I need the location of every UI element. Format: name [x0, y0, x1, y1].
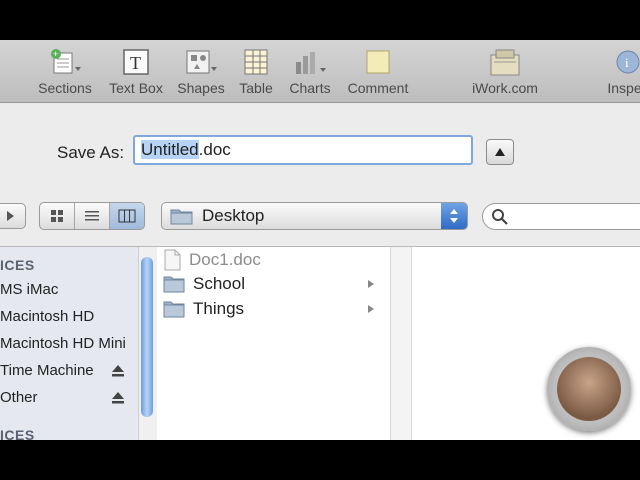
- shapes-icon: [176, 46, 226, 78]
- list-view-icon: [85, 211, 99, 221]
- search-icon: [492, 208, 508, 225]
- folder-icon: [163, 301, 185, 318]
- svg-text:+: +: [53, 49, 58, 59]
- iwork-icon: [469, 46, 541, 78]
- svg-text:i: i: [625, 55, 629, 70]
- save-as-label: Save As:: [57, 143, 125, 162]
- triangle-up-icon: [495, 148, 505, 156]
- file-name: Things: [193, 299, 245, 318]
- folder-icon: [163, 276, 185, 293]
- inspector-button[interactable]: i Inspec: [598, 46, 640, 96]
- list-view-button[interactable]: [75, 203, 110, 229]
- disclosure-arrow-icon: [368, 280, 374, 288]
- disclosure-arrow-icon: [368, 305, 374, 313]
- charts-icon: [287, 46, 333, 78]
- sidebar-header-devices: ICES: [0, 257, 35, 273]
- icon-view-icon: [51, 210, 63, 222]
- search-field[interactable]: [482, 203, 640, 230]
- sidebar-item-macintosh-hd[interactable]: Macintosh HD: [0, 308, 94, 325]
- file-browser: ICES MS iMac Macintosh HD Macintosh HD M…: [0, 246, 640, 440]
- eject-icon[interactable]: [110, 390, 126, 406]
- shapes-button[interactable]: Shapes: [176, 46, 226, 96]
- scrollbar-thumb[interactable]: [141, 257, 153, 417]
- toolbar: + Sections T Text Box Shapes Table Chart…: [0, 40, 640, 103]
- avatar-photo: [557, 357, 621, 421]
- svg-text:T: T: [130, 53, 141, 73]
- app-window: + Sections T Text Box Shapes Table Chart…: [0, 40, 640, 440]
- charts-button[interactable]: Charts: [287, 46, 333, 96]
- comment-label: Comment: [347, 80, 409, 96]
- location-popup[interactable]: Desktop: [161, 202, 468, 230]
- iwork-label: iWork.com: [472, 80, 538, 96]
- filename-selected: Untitled: [141, 140, 199, 159]
- filename-extension: .doc: [198, 140, 231, 159]
- icon-view-button[interactable]: [40, 203, 75, 229]
- sidebar-scrollbar[interactable]: [138, 247, 158, 440]
- sidebar-item-time-machine[interactable]: Time Machine: [0, 362, 94, 379]
- file-name: School: [193, 274, 245, 293]
- save-as-field[interactable]: Untitled.doc: [133, 135, 473, 165]
- comment-icon: [345, 46, 411, 78]
- table-icon: [236, 46, 276, 78]
- eject-icon[interactable]: [110, 363, 126, 379]
- document-icon: [164, 249, 181, 271]
- comment-button[interactable]: Comment: [345, 46, 411, 96]
- sidebar-item-other[interactable]: Other: [0, 389, 38, 406]
- popup-arrows-icon: [441, 203, 467, 229]
- text-box-button[interactable]: T Text Box: [105, 46, 167, 96]
- table-label: Table: [239, 80, 273, 96]
- column-view-button[interactable]: [110, 203, 144, 229]
- inspector-label: Inspec: [607, 80, 640, 96]
- column-divider[interactable]: [390, 247, 412, 440]
- folder-icon: [170, 209, 193, 225]
- collapse-button[interactable]: [486, 139, 514, 165]
- sections-label: Sections: [38, 80, 92, 96]
- sections-icon: +: [36, 46, 94, 78]
- location-label: Desktop: [202, 206, 265, 225]
- inspector-icon: i: [598, 46, 640, 78]
- sidebar: ICES MS iMac Macintosh HD Macintosh HD M…: [0, 247, 138, 440]
- forward-arrow-icon: [7, 211, 14, 221]
- text-box-icon: T: [105, 46, 167, 78]
- shapes-label: Shapes: [177, 80, 225, 96]
- charts-label: Charts: [289, 80, 331, 96]
- iwork-button[interactable]: iWork.com: [469, 46, 541, 96]
- sidebar-header-places: ICES: [0, 427, 35, 440]
- sidebar-item-macintosh-hd-mini[interactable]: Macintosh HD Mini: [0, 335, 126, 352]
- presenter-avatar: [547, 347, 631, 431]
- file-name: Doc1.doc: [189, 250, 261, 269]
- view-mode-selector: [39, 202, 145, 230]
- list-item[interactable]: Doc1.doc: [163, 249, 383, 271]
- table-button[interactable]: Table: [236, 46, 276, 96]
- sidebar-item-ms-imac[interactable]: MS iMac: [0, 281, 58, 298]
- text-box-label: Text Box: [109, 80, 163, 96]
- file-column: Doc1.doc School Things: [157, 247, 390, 440]
- list-item[interactable]: School: [163, 274, 383, 294]
- list-item[interactable]: Things: [163, 299, 383, 319]
- sections-button[interactable]: + Sections: [36, 46, 94, 96]
- forward-button[interactable]: [0, 203, 26, 229]
- save-sheet: Save As: Untitled.doc Desktop ICES MS iM…: [0, 103, 640, 440]
- column-view-icon: [118, 209, 136, 223]
